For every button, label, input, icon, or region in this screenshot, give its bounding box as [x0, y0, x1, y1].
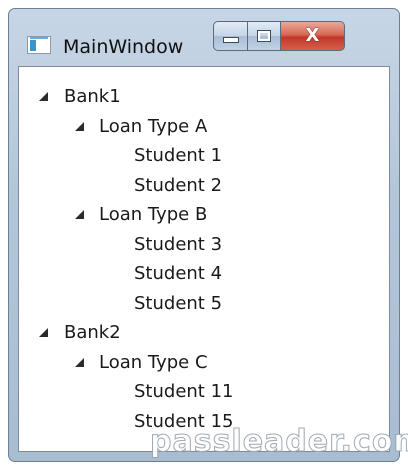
- expanded-arrow-icon[interactable]: [75, 357, 84, 367]
- window-title: MainWindow: [63, 36, 184, 58]
- tree-item-label: Bank2: [64, 322, 121, 343]
- tree-item-label: Loan Type B: [99, 204, 208, 225]
- app-window-icon: [27, 36, 51, 54]
- caption-buttons: X: [213, 21, 345, 51]
- tree-item-loan-type-b[interactable]: Loan Type B: [19, 200, 389, 230]
- tree-item-student-3[interactable]: Student 3: [19, 230, 389, 260]
- expanded-arrow-icon[interactable]: [39, 328, 48, 337]
- tree-item-student-1[interactable]: Student 1: [19, 141, 389, 171]
- tree-item-label: Loan Type A: [99, 115, 208, 137]
- main-window: MainWindow X Bank1 Loan Type A Student 1…: [8, 8, 400, 462]
- maximize-icon: [257, 30, 271, 42]
- tree-view[interactable]: Bank1 Loan Type A Student 1 Student 2 Lo…: [18, 66, 390, 452]
- maximize-button[interactable]: [248, 21, 281, 51]
- tree-item-loan-type-c[interactable]: Loan Type C: [19, 348, 389, 378]
- tree-item-bank2[interactable]: Bank2: [19, 318, 389, 348]
- tree-item-label: Student 4: [134, 263, 223, 284]
- minimize-icon: [222, 37, 239, 43]
- title-bar[interactable]: MainWindow X: [9, 9, 399, 67]
- expanded-arrow-icon[interactable]: [75, 121, 84, 131]
- close-button[interactable]: X: [281, 21, 345, 51]
- tree-item-student-4[interactable]: Student 4: [19, 259, 389, 289]
- tree-item-student-5[interactable]: Student 5: [19, 289, 389, 319]
- watermark: passleader.com: [150, 424, 408, 460]
- tree-item-label: Student 3: [134, 233, 223, 255]
- tree-item-label: Student 1: [134, 145, 223, 166]
- close-icon: X: [305, 25, 320, 46]
- tree-item-loan-type-a[interactable]: Loan Type A: [19, 112, 389, 142]
- tree-item-student-2[interactable]: Student 2: [19, 171, 389, 201]
- expanded-arrow-icon[interactable]: [39, 92, 48, 101]
- tree-item-label: Loan Type C: [99, 351, 208, 373]
- expanded-arrow-icon[interactable]: [75, 210, 84, 219]
- tree-item-bank1[interactable]: Bank1: [19, 82, 389, 112]
- minimize-button[interactable]: [213, 21, 248, 51]
- tree: Bank1 Loan Type A Student 1 Student 2 Lo…: [19, 67, 389, 436]
- tree-item-label: Student 11: [134, 381, 234, 402]
- tree-item-label: Bank1: [64, 86, 121, 107]
- tree-item-label: Student 5: [134, 292, 223, 314]
- tree-item-student-11[interactable]: Student 11: [19, 377, 389, 407]
- tree-item-label: Student 2: [134, 174, 223, 196]
